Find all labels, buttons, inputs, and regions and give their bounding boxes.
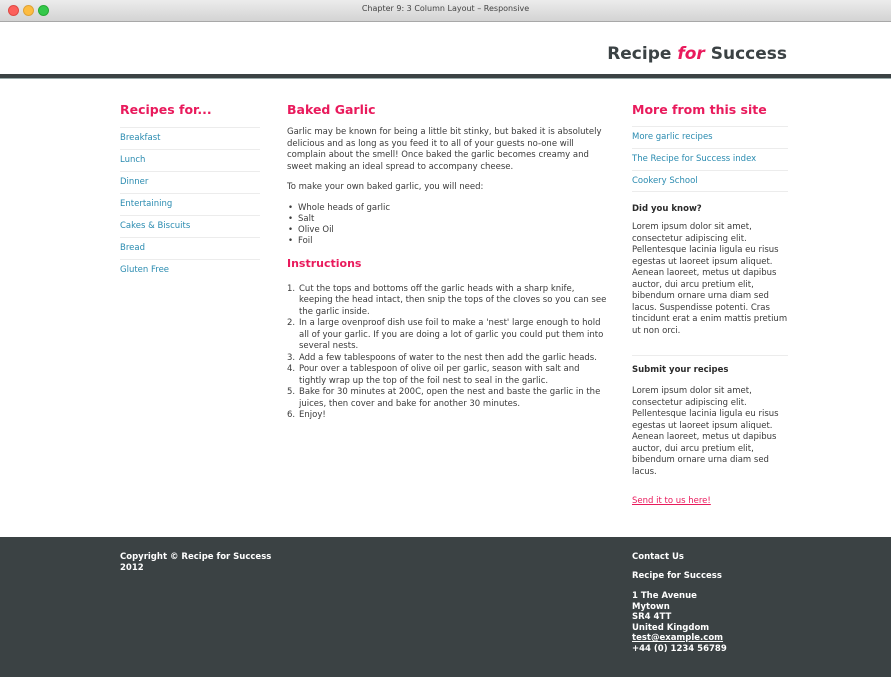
link-cookery-school[interactable]: Cookery School: [632, 170, 788, 192]
main-content: Baked Garlic Garlic may be known for bei…: [287, 102, 607, 422]
instruction-step: 6. Enjoy!: [287, 410, 326, 420]
nav-link-gluten-free[interactable]: Gluten Free: [120, 259, 260, 281]
nav-link-breakfast[interactable]: Breakfast: [120, 127, 260, 149]
window-titlebar: Chapter 9: 3 Column Layout – Responsive: [0, 0, 891, 22]
nav-link-bread[interactable]: Bread: [120, 237, 260, 259]
logo-text-recipe: Recipe: [607, 44, 678, 64]
site-footer: Copyright © Recipe for Success 2012 Cont…: [0, 537, 891, 677]
submit-recipes-heading: Submit your recipes: [632, 365, 729, 375]
instructions-heading: Instructions: [287, 256, 362, 270]
instruction-step: 3. Add a few tablespoons of water to the …: [287, 352, 597, 363]
nav-link-dinner[interactable]: Dinner: [120, 171, 260, 193]
right-sidebar: More from this site More garlic recipes …: [632, 102, 788, 507]
address-line: United Kingdom: [632, 622, 710, 633]
recipe-category-nav: Breakfast Lunch Dinner Entertaining Cake…: [120, 127, 260, 281]
site-header: Recipe for Success: [0, 22, 891, 74]
ingredient-item: Foil: [287, 236, 607, 247]
company-name: Recipe for Success: [632, 570, 722, 581]
ingredient-list: Whole heads of garlic Salt Olive Oil Foi…: [287, 203, 607, 247]
instruction-steps: 1. Cut the tops and bottoms off the garli…: [287, 284, 607, 422]
link-recipe-index[interactable]: The Recipe for Success index: [632, 148, 788, 170]
instruction-step: 4. Pour over a tablespoon of olive oil pe…: [287, 364, 580, 386]
address-line: 1 The Avenue: [632, 591, 697, 601]
header-divider: [0, 74, 891, 79]
step-text: Pour over a tablespoon of olive oil per …: [299, 364, 580, 386]
contact-block: Contact Us Recipe for Success 1 The Aven…: [632, 552, 792, 654]
window-title: Chapter 9: 3 Column Layout – Responsive: [361, 4, 530, 13]
did-you-know-text: Lorem ipsum dolor sit amet, consectetur …: [632, 222, 788, 336]
logo-text-success: Success: [704, 44, 787, 64]
contact-phone: +44 (0) 1234 56789: [632, 643, 727, 654]
instruction-step: 5. Bake for 30 minutes at 200C, open the …: [287, 387, 601, 409]
copyright-text: Copyright © Recipe for Success 2012: [120, 552, 272, 573]
more-links-list: More garlic recipes The Recipe for Succe…: [632, 126, 788, 192]
step-text: Bake for 30 minutes at 200C, open the ne…: [299, 387, 601, 409]
step-text: Add a few tablespoons of water to the ne…: [299, 352, 597, 363]
recipe-intro: Garlic may be known for being a little b…: [287, 127, 602, 172]
left-column: Recipes for... Breakfast Lunch Dinner En…: [120, 102, 260, 281]
nav-link-entertaining[interactable]: Entertaining: [120, 193, 260, 215]
contact-email-link[interactable]: test@example.com: [632, 633, 723, 643]
ingredient-item: Whole heads of garlic: [287, 203, 607, 214]
ingredient-item: Olive Oil: [287, 225, 607, 236]
contact-heading: Contact Us: [632, 552, 684, 562]
recipe-title: Baked Garlic: [287, 102, 376, 117]
more-from-site-heading: More from this site: [632, 102, 767, 117]
site-logo[interactable]: Recipe for Success: [607, 44, 787, 64]
submit-recipes-text: Lorem ipsum dolor sit amet, consectetur …: [632, 386, 779, 477]
did-you-know-heading: Did you know?: [632, 204, 702, 214]
nav-link-cakes-biscuits[interactable]: Cakes & Biscuits: [120, 215, 260, 237]
address-line: Mytown: [632, 601, 670, 612]
logo-text-for: for: [677, 44, 705, 64]
address-line: SR4 4TT: [632, 612, 672, 622]
nav-link-lunch[interactable]: Lunch: [120, 149, 260, 171]
section-divider: [632, 355, 788, 356]
instruction-step: 2. In a large ovenproof dish use foil to …: [287, 318, 604, 351]
step-text: Enjoy!: [299, 410, 326, 420]
recipe-need-text: To make your own baked garlic, you will …: [287, 182, 484, 192]
instruction-step: 1. Cut the tops and bottoms off the garli…: [287, 283, 607, 317]
send-recipe-link[interactable]: Send it to us here!: [632, 496, 711, 506]
step-text: In a large ovenproof dish use foil to ma…: [299, 318, 604, 351]
recipes-for-heading: Recipes for...: [120, 102, 212, 117]
ingredient-item: Salt: [287, 214, 607, 225]
link-more-garlic-recipes[interactable]: More garlic recipes: [632, 126, 788, 148]
step-text: Cut the tops and bottoms off the garlic …: [299, 283, 607, 317]
